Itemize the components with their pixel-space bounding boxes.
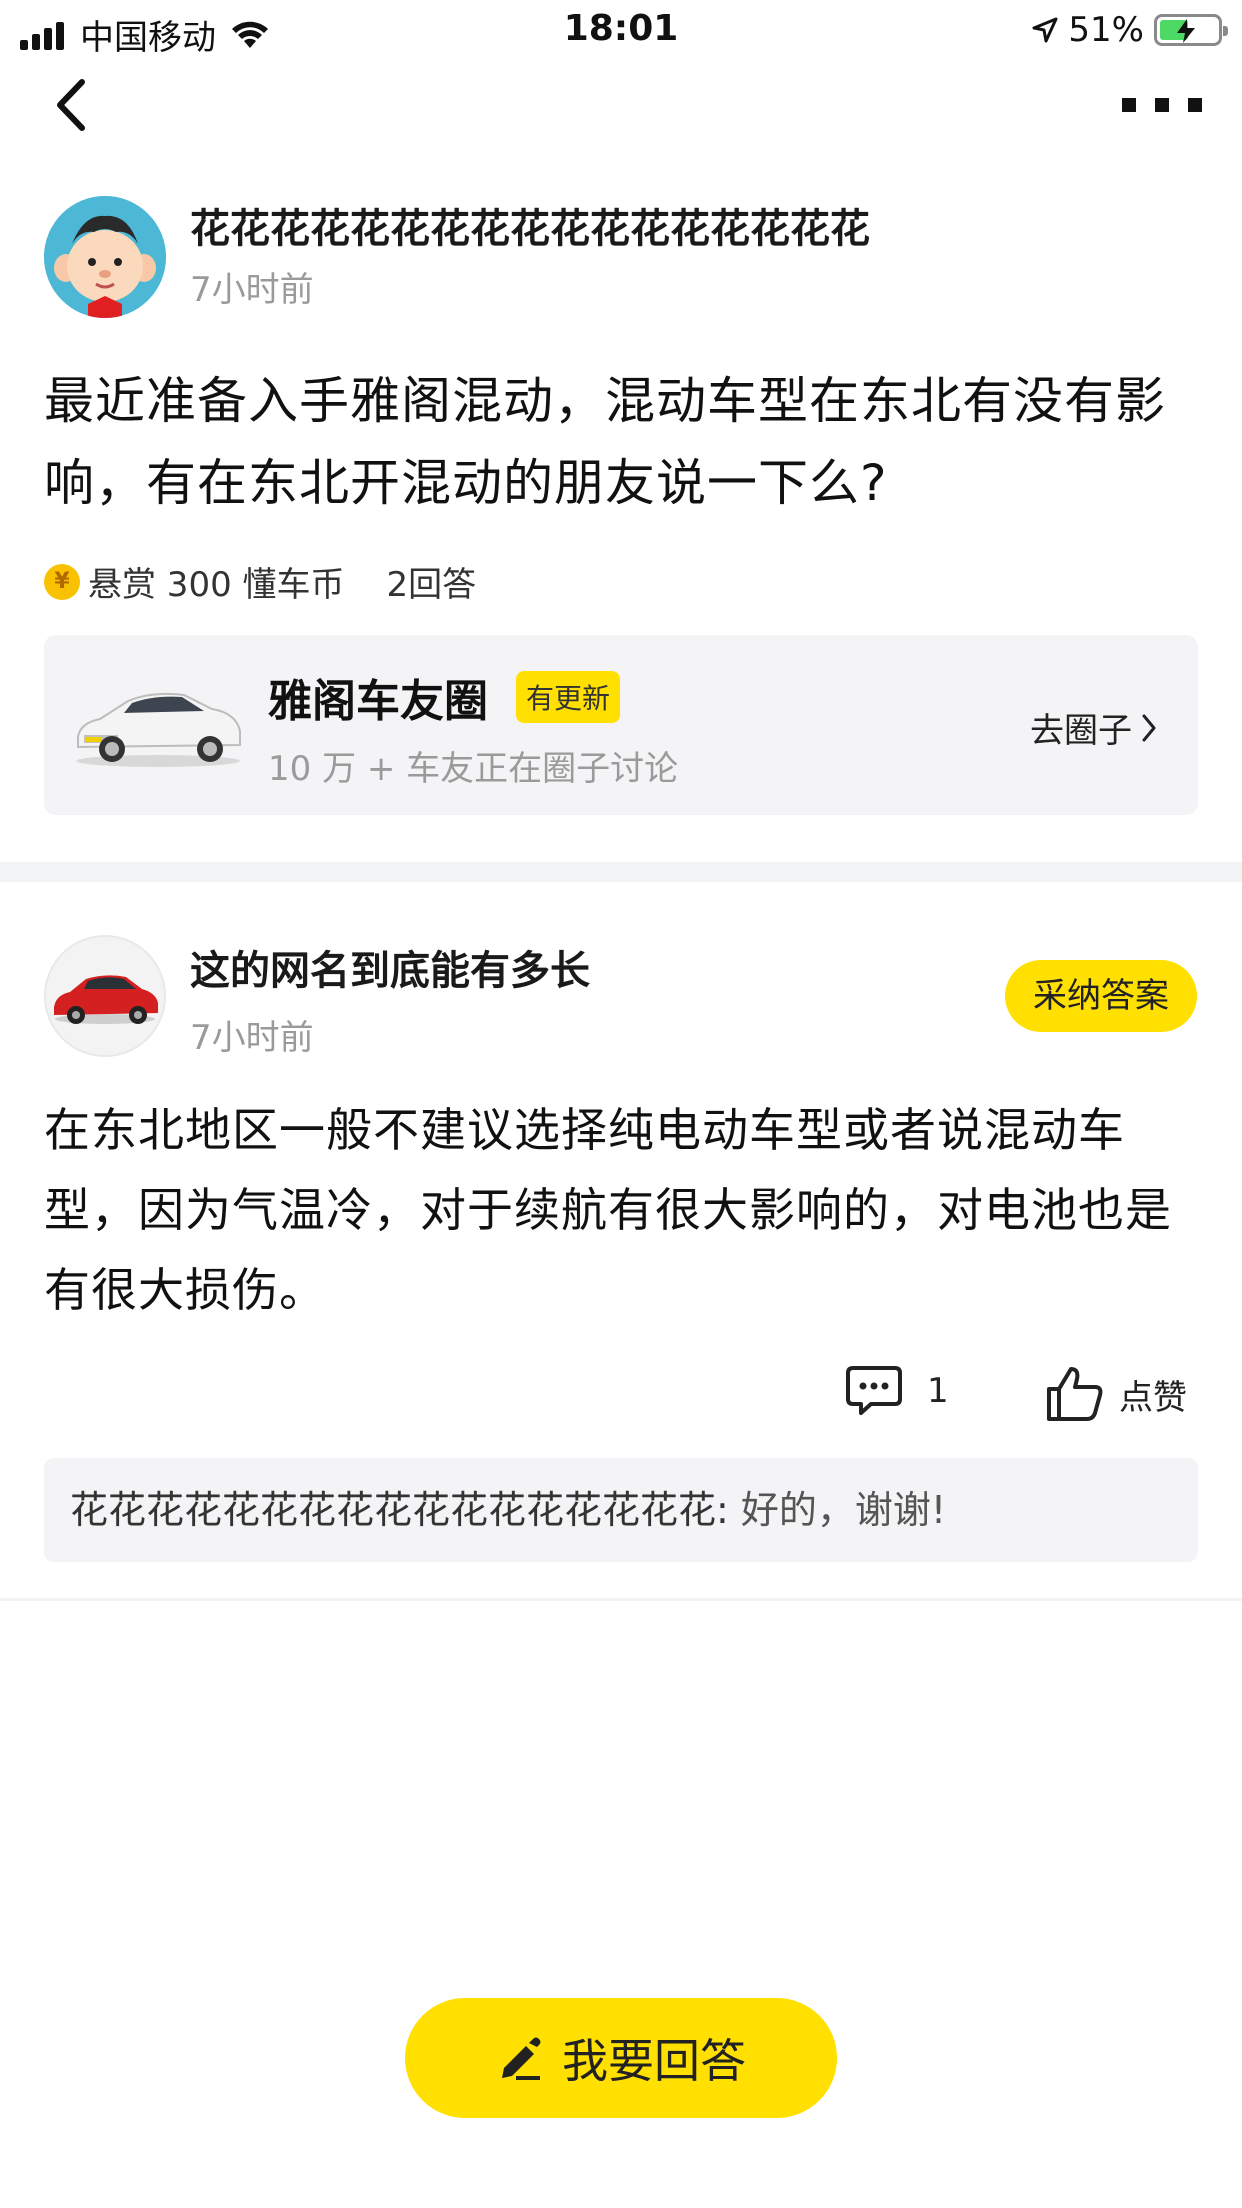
reply-author: 花花花花花花花花花花花花花花花花花: bbox=[70, 1488, 729, 1532]
write-answer-label: 我要回答 bbox=[562, 2034, 746, 2088]
reply-preview[interactable]: 花花花花花花花花花花花花花花花花花: 好的，谢谢! bbox=[44, 1458, 1198, 1562]
go-to-circle-label: 去圈子 bbox=[1030, 711, 1132, 751]
more-options-button[interactable] bbox=[1122, 90, 1202, 120]
divider bbox=[0, 1598, 1242, 1601]
answer-count: 2回答 bbox=[386, 565, 477, 605]
comment-button[interactable]: 1 bbox=[845, 1365, 949, 1417]
answer-timestamp: 7小时前 bbox=[190, 1018, 314, 1058]
question-title: 最近准备入手雅阁混动，混动车型在东北有没有影响，有在东北开混动的朋友说一下么? bbox=[44, 372, 1166, 512]
more-dot-icon bbox=[1155, 98, 1169, 112]
battery-icon bbox=[1154, 14, 1228, 46]
write-answer-button[interactable]: 我要回答 bbox=[405, 1998, 837, 2118]
comment-bubble-icon bbox=[846, 1366, 902, 1415]
more-dot-icon bbox=[1122, 98, 1136, 112]
like-label: 点赞 bbox=[1119, 1377, 1187, 1418]
go-to-circle-link[interactable]: 去圈子 bbox=[1030, 703, 1160, 752]
answer-author-avatar[interactable] bbox=[44, 935, 166, 1057]
status-right: 51% bbox=[1032, 10, 1228, 50]
accept-answer-button[interactable]: 采纳答案 bbox=[1005, 960, 1197, 1032]
cartoon-face-icon bbox=[44, 196, 166, 318]
back-button[interactable] bbox=[44, 70, 104, 140]
update-badge: 有更新 bbox=[516, 671, 621, 723]
chevron-right-icon bbox=[1142, 714, 1156, 741]
question-timestamp: 7小时前 bbox=[190, 270, 314, 310]
comment-count: 1 bbox=[927, 1371, 949, 1411]
reply-text: 好的，谢谢! bbox=[740, 1488, 947, 1532]
white-sedan-image bbox=[76, 692, 241, 767]
reward-amount: 悬赏 300 懂车币 bbox=[88, 565, 345, 605]
car-circle-card[interactable]: 雅阁车友圈 有更新 10 万 + 车友正在圈子讨论 去圈子 bbox=[44, 635, 1198, 815]
question-author-name[interactable]: 花花花花花花花花花花花花花花花花花 bbox=[190, 196, 870, 254]
reward-row: ¥ 悬赏 300 懂车币 2回答 bbox=[44, 557, 476, 606]
answer-author-name[interactable]: 这的网名到底能有多长 bbox=[190, 938, 590, 996]
answer-body: 在东北地区一般不建议选择纯电动车型或者说混动车型，因为气温冷，对于续航有很大影响… bbox=[44, 1103, 1172, 1317]
like-button[interactable]: 点赞 bbox=[1045, 1365, 1187, 1423]
question-author-avatar[interactable] bbox=[44, 196, 166, 318]
section-divider bbox=[0, 862, 1242, 882]
red-car-image bbox=[46, 937, 164, 1055]
battery-percent: 51% bbox=[1068, 10, 1144, 50]
circle-member-count: 10 万 + 车友正在圈子讨论 bbox=[268, 749, 679, 789]
circle-name: 雅阁车友圈 bbox=[268, 676, 488, 727]
chevron-left-icon bbox=[57, 79, 85, 131]
pencil-icon bbox=[502, 2037, 541, 2080]
page: 中国移动 18:01 51% 花花花花花花花花花花花花花花花花花 7小时前 最近… bbox=[0, 0, 1242, 2208]
more-dot-icon bbox=[1188, 98, 1202, 112]
thumbs-up-icon bbox=[1047, 1367, 1103, 1421]
status-bar: 中国移动 18:01 51% bbox=[0, 0, 1242, 62]
coin-icon: ¥ bbox=[44, 563, 80, 600]
location-arrow-icon bbox=[1032, 17, 1058, 43]
